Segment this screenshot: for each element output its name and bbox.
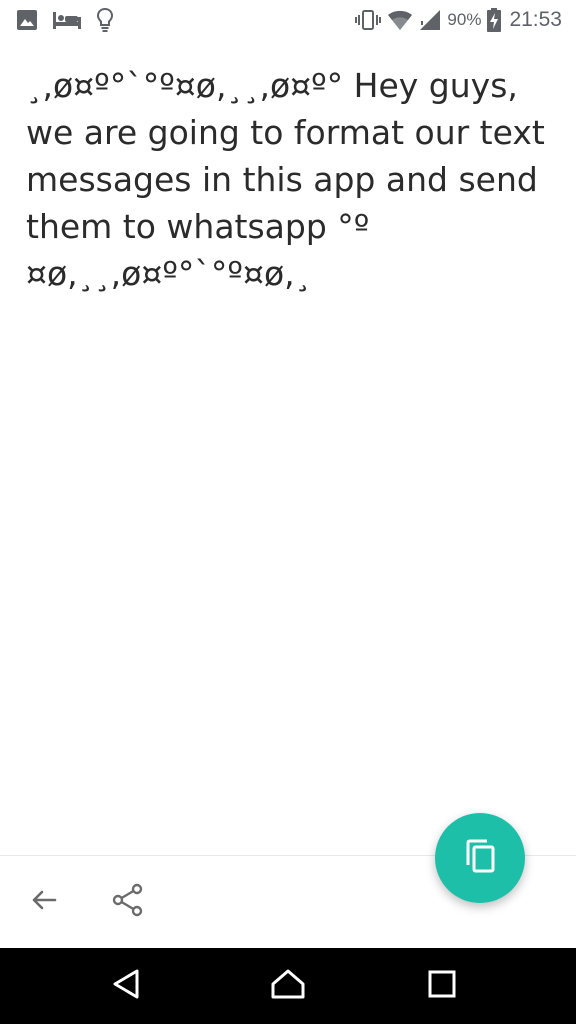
app-screen: 90% 21:53 ¸,ø¤º°`°º¤ø,¸¸,ø¤º° Hey guys, … xyxy=(0,0,576,1024)
image-icon xyxy=(16,9,38,31)
share-button[interactable] xyxy=(108,882,148,922)
message-area: ¸,ø¤º°`°º¤ø,¸¸,ø¤º° Hey guys, we are goi… xyxy=(26,62,556,297)
back-button[interactable] xyxy=(24,882,64,922)
nav-back-button[interactable] xyxy=(104,966,148,1006)
formatted-message-text[interactable]: ¸,ø¤º°`°º¤ø,¸¸,ø¤º° Hey guys, we are goi… xyxy=(26,62,556,297)
nav-home-button[interactable] xyxy=(266,966,310,1006)
status-bar: 90% 21:53 xyxy=(0,0,576,40)
vibrate-icon xyxy=(355,9,382,31)
home-icon xyxy=(270,968,306,1005)
copy-fab-button[interactable] xyxy=(435,813,525,903)
recents-icon xyxy=(427,969,457,1004)
share-icon xyxy=(112,883,144,922)
bed-icon xyxy=(52,9,82,31)
cell-signal-icon xyxy=(419,9,441,31)
copy-icon xyxy=(463,838,497,879)
clock: 21:53 xyxy=(509,8,562,31)
battery-charging-icon xyxy=(487,8,502,32)
lightbulb-icon xyxy=(96,7,114,33)
nav-recents-button[interactable] xyxy=(420,966,464,1006)
status-left-icons xyxy=(16,6,114,34)
battery-percent: 90% xyxy=(447,10,482,29)
back-triangle-icon xyxy=(111,968,141,1005)
system-nav-bar xyxy=(0,948,576,1024)
status-right-icons: 90% 21:53 xyxy=(355,6,562,34)
arrow-left-icon xyxy=(29,885,59,920)
wifi-icon xyxy=(387,9,413,31)
